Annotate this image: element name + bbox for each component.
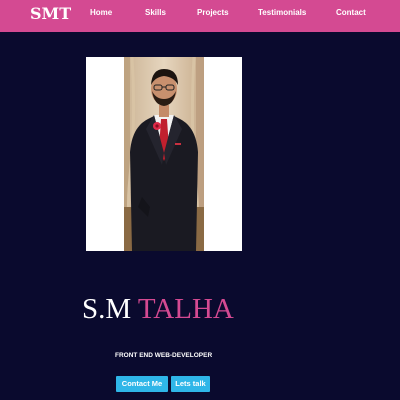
- hero-name-last: TALHA: [137, 293, 234, 325]
- contact-me-button[interactable]: Contact Me: [116, 376, 168, 392]
- nav-link-contact[interactable]: Contact: [336, 8, 366, 18]
- hero-role: FRONT END WEB-DEVELOPER: [115, 352, 213, 359]
- hero-name: S.M TALHA: [82, 292, 234, 326]
- profile-photo: [124, 57, 204, 251]
- nav-link-home[interactable]: Home: [90, 8, 112, 18]
- profile-photo-frame: [86, 57, 242, 251]
- hero-name-first: S.M: [82, 293, 132, 325]
- navbar: SMT Home Skills Projects Testimonials Co…: [0, 0, 400, 32]
- nav-link-projects[interactable]: Projects: [197, 8, 229, 18]
- nav-link-testimonials[interactable]: Testimonials: [258, 8, 306, 18]
- logo[interactable]: SMT: [30, 4, 71, 24]
- lets-talk-button[interactable]: Lets talk: [171, 376, 210, 392]
- nav-link-skills[interactable]: Skills: [145, 8, 166, 18]
